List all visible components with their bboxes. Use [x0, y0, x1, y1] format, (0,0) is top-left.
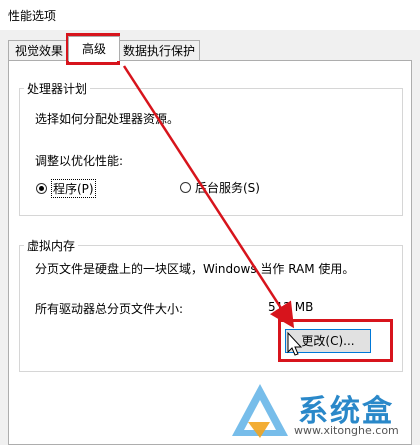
virtual-memory-legend: 虚拟内存 [27, 239, 76, 253]
watermark-url: www.xitonghe.com [294, 424, 399, 437]
watermark-logo-icon [232, 384, 288, 438]
tab-strip: 视觉效果 高级 数据执行保护 [0, 36, 420, 62]
radio-programs-label: 程序(P) [51, 179, 96, 198]
window-title: 性能选项 [8, 9, 57, 23]
virtual-memory-description: 分页文件是硬盘上的一块区域，Windows 当作 RAM 使用。 [35, 262, 355, 276]
tab-dep[interactable]: 数据执行保护 [118, 40, 200, 60]
title-bar: 性能选项 [0, 0, 420, 30]
paging-total-label: 所有驱动器总分页文件大小: [35, 302, 184, 316]
radio-services-label: 后台服务(S) [195, 181, 260, 195]
watermark: 系统盒 www.xitonghe.com [228, 380, 420, 445]
adjust-label: 调整以优化性能: [35, 154, 124, 168]
radio-background-services[interactable]: 后台服务(S) [180, 179, 260, 196]
processor-description: 选择如何分配处理器资源。 [35, 112, 180, 126]
paging-total-value: 512 MB [268, 300, 314, 314]
tab-advanced[interactable]: 高级 [68, 36, 120, 61]
radio-programs-dot [36, 183, 47, 194]
change-button[interactable]: 更改(C)... [285, 329, 371, 353]
radio-programs[interactable]: 程序(P) [36, 179, 96, 198]
processor-scheduling-legend: 处理器计划 [27, 82, 88, 96]
tab-visual-effects[interactable]: 视觉效果 [8, 40, 70, 60]
radio-services-dot [180, 182, 191, 193]
